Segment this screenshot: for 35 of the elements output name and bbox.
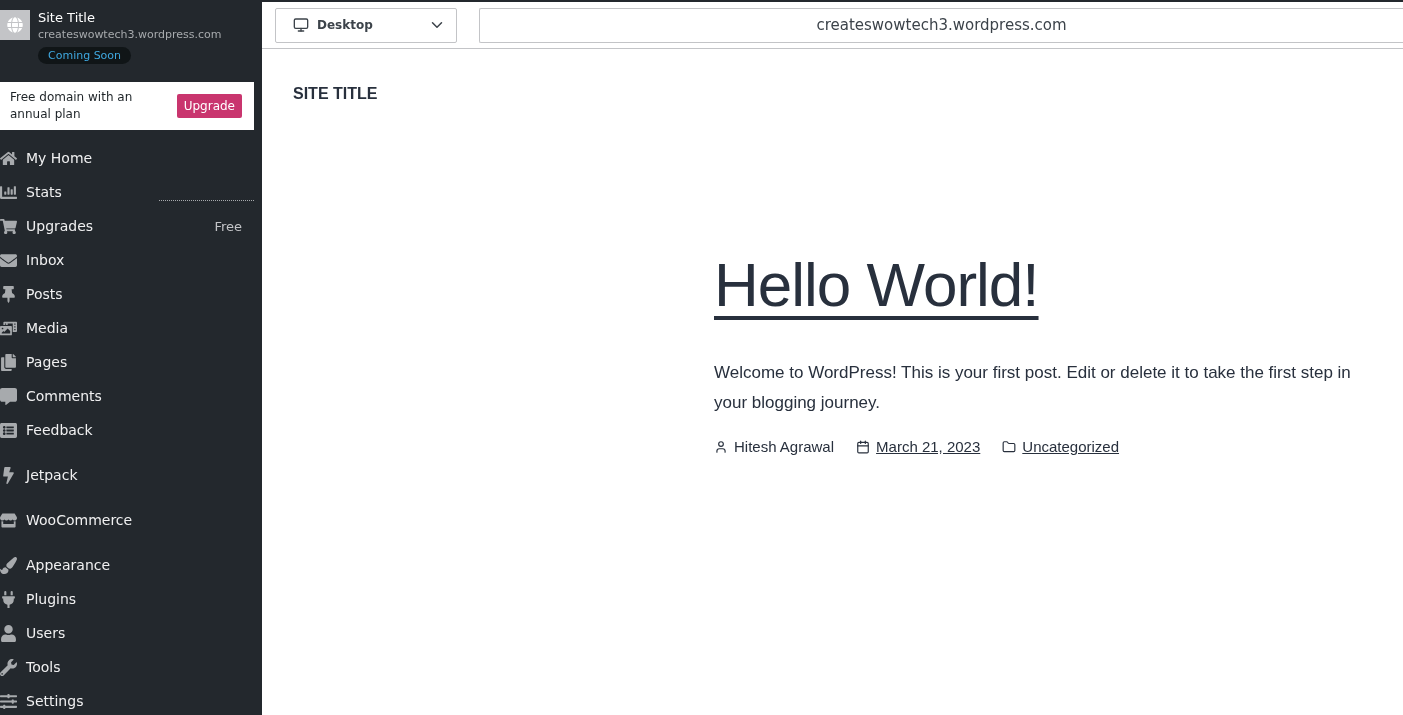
menu-item[interactable]: Appearance — [26, 557, 242, 573]
menu-item[interactable]: Jetpack — [26, 467, 242, 483]
upgrade-button[interactable]: Upgrade — [176, 94, 242, 118]
menu-item[interactable]: My Home — [26, 150, 242, 166]
plan-label: Free — [214, 218, 242, 234]
status-badge: Coming Soon — [38, 47, 132, 64]
address-field[interactable]: createswowtech3.wordpress.com — [479, 7, 1403, 43]
menu-item[interactable]: Comments — [26, 388, 242, 404]
site-title[interactable]: Site Title — [38, 10, 95, 25]
post-title[interactable]: Hello World! — [714, 249, 1039, 320]
menu-item[interactable]: Inbox — [26, 252, 242, 268]
date-link[interactable]: March 21, 2023 — [876, 438, 981, 455]
calendar-icon — [856, 439, 871, 454]
folder-icon — [1002, 439, 1017, 454]
promo-text: Free domain with an annual plan — [10, 89, 134, 123]
monitor-icon — [293, 17, 309, 33]
menu-item[interactable]: Pages — [26, 354, 242, 370]
person-icon — [714, 439, 728, 454]
menu-item[interactable]: Media — [26, 320, 242, 336]
globe-icon — [0, 10, 30, 40]
menu-item[interactable]: Posts — [26, 286, 242, 302]
menu-item[interactable]: Settings — [26, 693, 242, 709]
category-link[interactable]: Uncategorized — [1022, 438, 1120, 455]
post-excerpt: Welcome to WordPress! This is your first post. Edit or delete it to take the first step in your blogging journey. — [714, 362, 1352, 414]
author-name: Hitesh Agrawal — [734, 438, 835, 455]
site-url: createswowtech3.wordpress.com — [38, 28, 222, 41]
menu-item[interactable]: Users — [26, 625, 242, 641]
device-select[interactable]: Desktop — [275, 7, 457, 43]
menu-item[interactable]: Plugins — [26, 591, 242, 607]
menu-item[interactable]: Feedback — [26, 422, 242, 438]
menu-item[interactable]: Tools — [26, 659, 242, 675]
menu-item[interactable]: Upgrades — [26, 218, 215, 234]
menu-item[interactable]: Stats — [26, 184, 242, 200]
menu-item[interactable]: WooCommerce — [26, 512, 242, 528]
preview-site-title[interactable]: SITE TITLE — [293, 85, 1403, 103]
